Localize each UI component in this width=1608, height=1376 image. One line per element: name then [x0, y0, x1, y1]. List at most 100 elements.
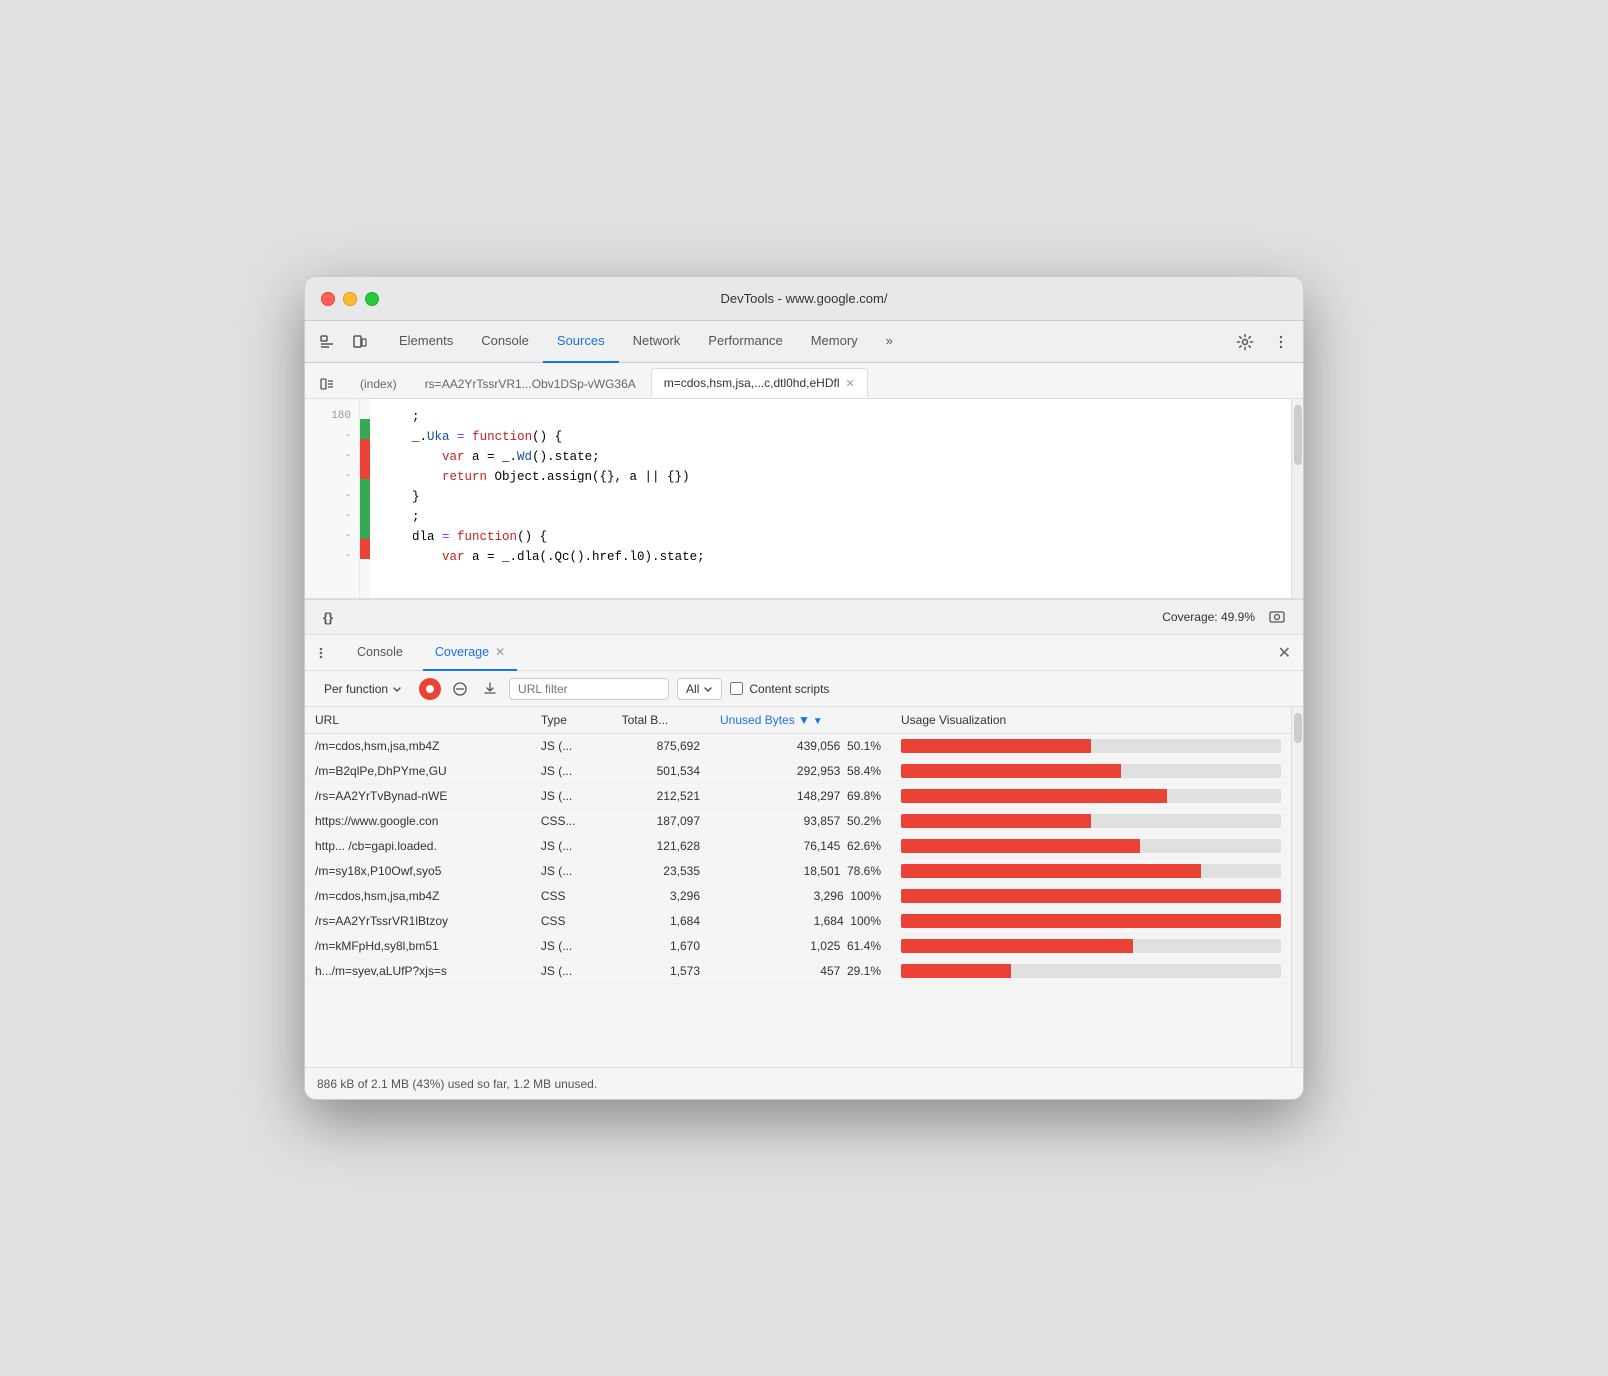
file-tab-rs[interactable]: rs=AA2YrTssrVR1...Obv1DSp-vWG36A: [412, 368, 649, 398]
viz-cell: [891, 734, 1291, 759]
sidebar-toggle-icon[interactable]: [313, 370, 341, 398]
tab-sources[interactable]: Sources: [543, 321, 619, 363]
tab-nav: Elements Console Sources Network Perform…: [385, 321, 907, 363]
content-scripts-label[interactable]: Content scripts: [730, 682, 829, 696]
usage-bar: [901, 789, 1281, 803]
url-filter-input[interactable]: [509, 678, 669, 700]
url-cell: https://www.google.con: [305, 809, 531, 834]
col-header-url[interactable]: URL: [305, 707, 531, 734]
panel-tab-coverage[interactable]: Coverage ✕: [423, 635, 517, 671]
viz-cell: [891, 859, 1291, 884]
code-line: return Object.assign({}, a || {}): [382, 467, 1279, 487]
code-scrollbar[interactable]: [1291, 399, 1303, 598]
line-numbers: 180 - - - - - - -: [305, 399, 360, 598]
used-portion: [901, 964, 1011, 978]
table-row[interactable]: /m=kMFpHd,sy8l,bm51 JS (... 1,670 1,025 …: [305, 934, 1291, 959]
usage-bar: [901, 764, 1281, 778]
type-cell: CSS: [531, 884, 612, 909]
url-cell: http... /cb=gapi.loaded.: [305, 834, 531, 859]
coverage-table: URL Type Total B... Unused Bytes ▼ Usage…: [305, 707, 1291, 984]
viz-cell: [891, 759, 1291, 784]
coverage-table-container: URL Type Total B... Unused Bytes ▼ Usage…: [305, 707, 1303, 1067]
clear-button[interactable]: [449, 678, 471, 700]
usage-bar: [901, 964, 1281, 978]
type-cell: JS (...: [531, 759, 612, 784]
table-row[interactable]: http... /cb=gapi.loaded. JS (... 121,628…: [305, 834, 1291, 859]
toolbar-right: [1231, 328, 1295, 356]
col-header-total[interactable]: Total B...: [612, 707, 710, 734]
tab-more[interactable]: »: [872, 321, 907, 363]
unused-cell: 1,684 100%: [710, 909, 891, 934]
viz-cell: [891, 809, 1291, 834]
record-button[interactable]: [419, 678, 441, 700]
unused-cell: 3,296 100%: [710, 884, 891, 909]
tab-network[interactable]: Network: [619, 321, 695, 363]
all-dropdown[interactable]: All: [677, 678, 722, 700]
table-row[interactable]: /rs=AA2YrTvBynad-nWE JS (... 212,521 148…: [305, 784, 1291, 809]
usage-bar: [901, 814, 1281, 828]
total-cell: 1,684: [612, 909, 710, 934]
viz-cell: [891, 884, 1291, 909]
type-cell: CSS...: [531, 809, 612, 834]
export-button[interactable]: [479, 678, 501, 700]
tab-performance[interactable]: Performance: [694, 321, 796, 363]
tab-console[interactable]: Console: [467, 321, 543, 363]
table-row[interactable]: /m=B2qlPe,DhPYme,GU JS (... 501,534 292,…: [305, 759, 1291, 784]
url-cell: /m=sy18x,P10Owf,syo5: [305, 859, 531, 884]
coverage-table-scroll[interactable]: URL Type Total B... Unused Bytes ▼ Usage…: [305, 707, 1291, 1067]
file-tab-close-icon[interactable]: ✕: [845, 377, 854, 390]
content-scripts-checkbox[interactable]: [730, 682, 743, 695]
more-options-icon[interactable]: [1267, 328, 1295, 356]
table-row[interactable]: /m=sy18x,P10Owf,syo5 JS (... 23,535 18,5…: [305, 859, 1291, 884]
table-row[interactable]: /m=cdos,hsm,jsa,mb4Z CSS 3,296 3,296 100…: [305, 884, 1291, 909]
usage-bar: [901, 739, 1281, 753]
inspect-element-icon[interactable]: [313, 328, 341, 356]
per-function-button[interactable]: Per function: [315, 677, 411, 701]
col-header-unused[interactable]: Unused Bytes ▼: [710, 707, 891, 734]
tab-memory[interactable]: Memory: [797, 321, 872, 363]
close-button[interactable]: [321, 292, 335, 306]
url-cell: h.../m=syev,aLUfP?xjs=s: [305, 959, 531, 984]
screenshot-icon[interactable]: [1263, 603, 1291, 631]
col-header-viz[interactable]: Usage Visualization: [891, 707, 1291, 734]
total-cell: 187,097: [612, 809, 710, 834]
type-cell: JS (...: [531, 959, 612, 984]
settings-icon[interactable]: [1231, 328, 1259, 356]
file-tab-index[interactable]: (index): [347, 368, 410, 398]
main-toolbar: Elements Console Sources Network Perform…: [305, 321, 1303, 363]
type-cell: JS (...: [531, 784, 612, 809]
maximize-button[interactable]: [365, 292, 379, 306]
file-tab-m[interactable]: m=cdos,hsm,jsa,...c,dtl0hd,eHDfl ✕: [651, 368, 868, 398]
total-cell: 1,573: [612, 959, 710, 984]
table-scrollbar[interactable]: [1291, 707, 1303, 1067]
panel-tab-console[interactable]: Console: [345, 635, 415, 671]
status-text: 886 kB of 2.1 MB (43%) used so far, 1.2 …: [317, 1077, 597, 1091]
used-portion: [901, 889, 1281, 903]
table-row[interactable]: /rs=AA2YrTssrVR1lBtzoy CSS 1,684 1,684 1…: [305, 909, 1291, 934]
viz-cell: [891, 784, 1291, 809]
table-row[interactable]: /m=cdos,hsm,jsa,mb4Z JS (... 875,692 439…: [305, 734, 1291, 759]
minimize-button[interactable]: [343, 292, 357, 306]
usage-bar: [901, 939, 1281, 953]
table-row[interactable]: h.../m=syev,aLUfP?xjs=s JS (... 1,573 45…: [305, 959, 1291, 984]
col-header-type[interactable]: Type: [531, 707, 612, 734]
device-toolbar-icon[interactable]: [345, 328, 373, 356]
code-line: ;: [382, 407, 1279, 427]
coverage-tab-close[interactable]: ✕: [495, 645, 505, 659]
type-cell: CSS: [531, 909, 612, 934]
total-cell: 121,628: [612, 834, 710, 859]
panel-menu-icon[interactable]: [313, 641, 337, 665]
type-cell: JS (...: [531, 834, 612, 859]
table-row[interactable]: https://www.google.con CSS... 187,097 93…: [305, 809, 1291, 834]
type-cell: JS (...: [531, 734, 612, 759]
total-cell: 212,521: [612, 784, 710, 809]
code-content[interactable]: ; _.Uka = function() { var a = _.Wd().st…: [370, 399, 1291, 598]
panel-tabs-bar: Console Coverage ✕ ✕: [305, 635, 1303, 671]
url-cell: /rs=AA2YrTvBynad-nWE: [305, 784, 531, 809]
tab-elements[interactable]: Elements: [385, 321, 467, 363]
panel-close-button[interactable]: ✕: [1274, 639, 1295, 667]
usage-bar: [901, 889, 1281, 903]
total-cell: 23,535: [612, 859, 710, 884]
pretty-print-button[interactable]: {}: [317, 610, 339, 625]
viz-cell: [891, 934, 1291, 959]
